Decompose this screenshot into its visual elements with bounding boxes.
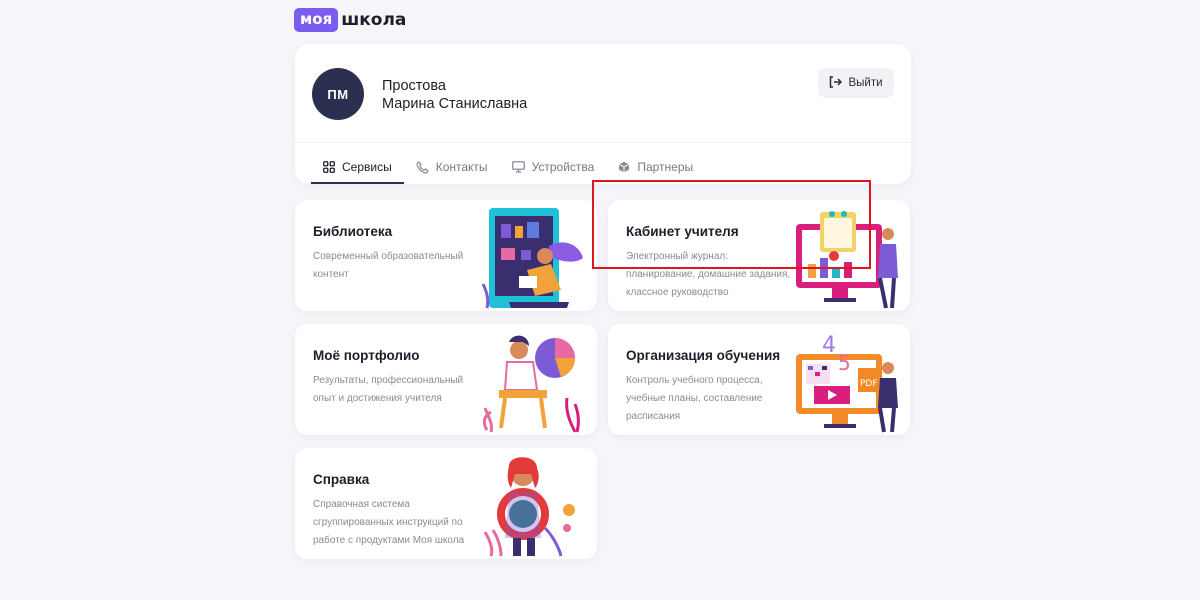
tab-services[interactable]: Сервисы bbox=[311, 152, 404, 184]
svg-text:5: 5 bbox=[838, 351, 851, 375]
logout-label: Выйти bbox=[848, 77, 883, 89]
card-description: Справочная система сгруппированных инстр… bbox=[313, 499, 465, 546]
tabs-divider bbox=[295, 142, 911, 143]
card-description: Электронный журнал: планирование, домашн… bbox=[626, 251, 791, 298]
library-illustration bbox=[479, 204, 591, 310]
tab-label: Контакты bbox=[435, 160, 488, 174]
learning-organization-illustration: PDF 4 5 bbox=[792, 328, 904, 434]
user-last-name: Простова bbox=[382, 78, 446, 94]
tab-contacts[interactable]: Контакты bbox=[404, 152, 500, 184]
card-title: Библиотека bbox=[313, 224, 393, 239]
monitor-icon bbox=[511, 161, 525, 173]
tab-label: Партнеры bbox=[637, 160, 694, 174]
svg-text:4: 4 bbox=[822, 333, 836, 358]
user-first-names: Марина Станиславна bbox=[382, 96, 528, 112]
grid-icon bbox=[323, 161, 335, 173]
card-title: Кабинет учителя bbox=[626, 224, 739, 239]
logout-button[interactable]: Выйти bbox=[818, 68, 894, 98]
card-description: Результаты, профессиональный опыт и дост… bbox=[313, 375, 464, 404]
tab-label: Устройства bbox=[531, 160, 595, 174]
card-library[interactable]: Библиотека Современный образовательный к… bbox=[295, 200, 597, 311]
help-illustration bbox=[479, 452, 591, 558]
logo-text: школа bbox=[341, 10, 407, 30]
user-name: Простова Марина Станиславна bbox=[382, 77, 527, 113]
logout-icon bbox=[829, 75, 843, 91]
tab-devices[interactable]: Устройства bbox=[500, 152, 607, 184]
avatar: ПМ bbox=[312, 68, 364, 120]
logo-badge: моя bbox=[294, 8, 339, 32]
card-teacher-office[interactable]: Кабинет учителя Электронный журнал: план… bbox=[608, 200, 910, 311]
portfolio-illustration bbox=[479, 328, 591, 434]
teacher-office-illustration bbox=[792, 204, 904, 310]
app-logo[interactable]: моя школа bbox=[294, 8, 406, 32]
profile-card: ПМ Простова Марина Станиславна Выйти Сер… bbox=[295, 44, 911, 184]
phone-icon bbox=[416, 160, 429, 174]
svg-text:PDF: PDF bbox=[860, 379, 878, 389]
card-title: Справка bbox=[313, 472, 370, 487]
card-title: Моё портфолио bbox=[313, 348, 420, 363]
card-help[interactable]: Справка Справочная система сгруппированн… bbox=[295, 448, 597, 559]
card-learning-organization[interactable]: Организация обучения Контроль учебного п… bbox=[608, 324, 910, 435]
cube-icon bbox=[618, 161, 630, 173]
tab-bar: Сервисы Контакты Устройства Партнеры bbox=[311, 152, 705, 184]
tab-label: Сервисы bbox=[342, 160, 392, 174]
tab-partners[interactable]: Партнеры bbox=[606, 152, 705, 184]
card-title: Организация обучения bbox=[626, 348, 781, 363]
card-description: Современный образовательный контент bbox=[313, 251, 464, 280]
card-description: Контроль учебного процесса, учебные план… bbox=[626, 375, 763, 422]
card-portfolio[interactable]: Моё портфолио Результаты, профессиональн… bbox=[295, 324, 597, 435]
